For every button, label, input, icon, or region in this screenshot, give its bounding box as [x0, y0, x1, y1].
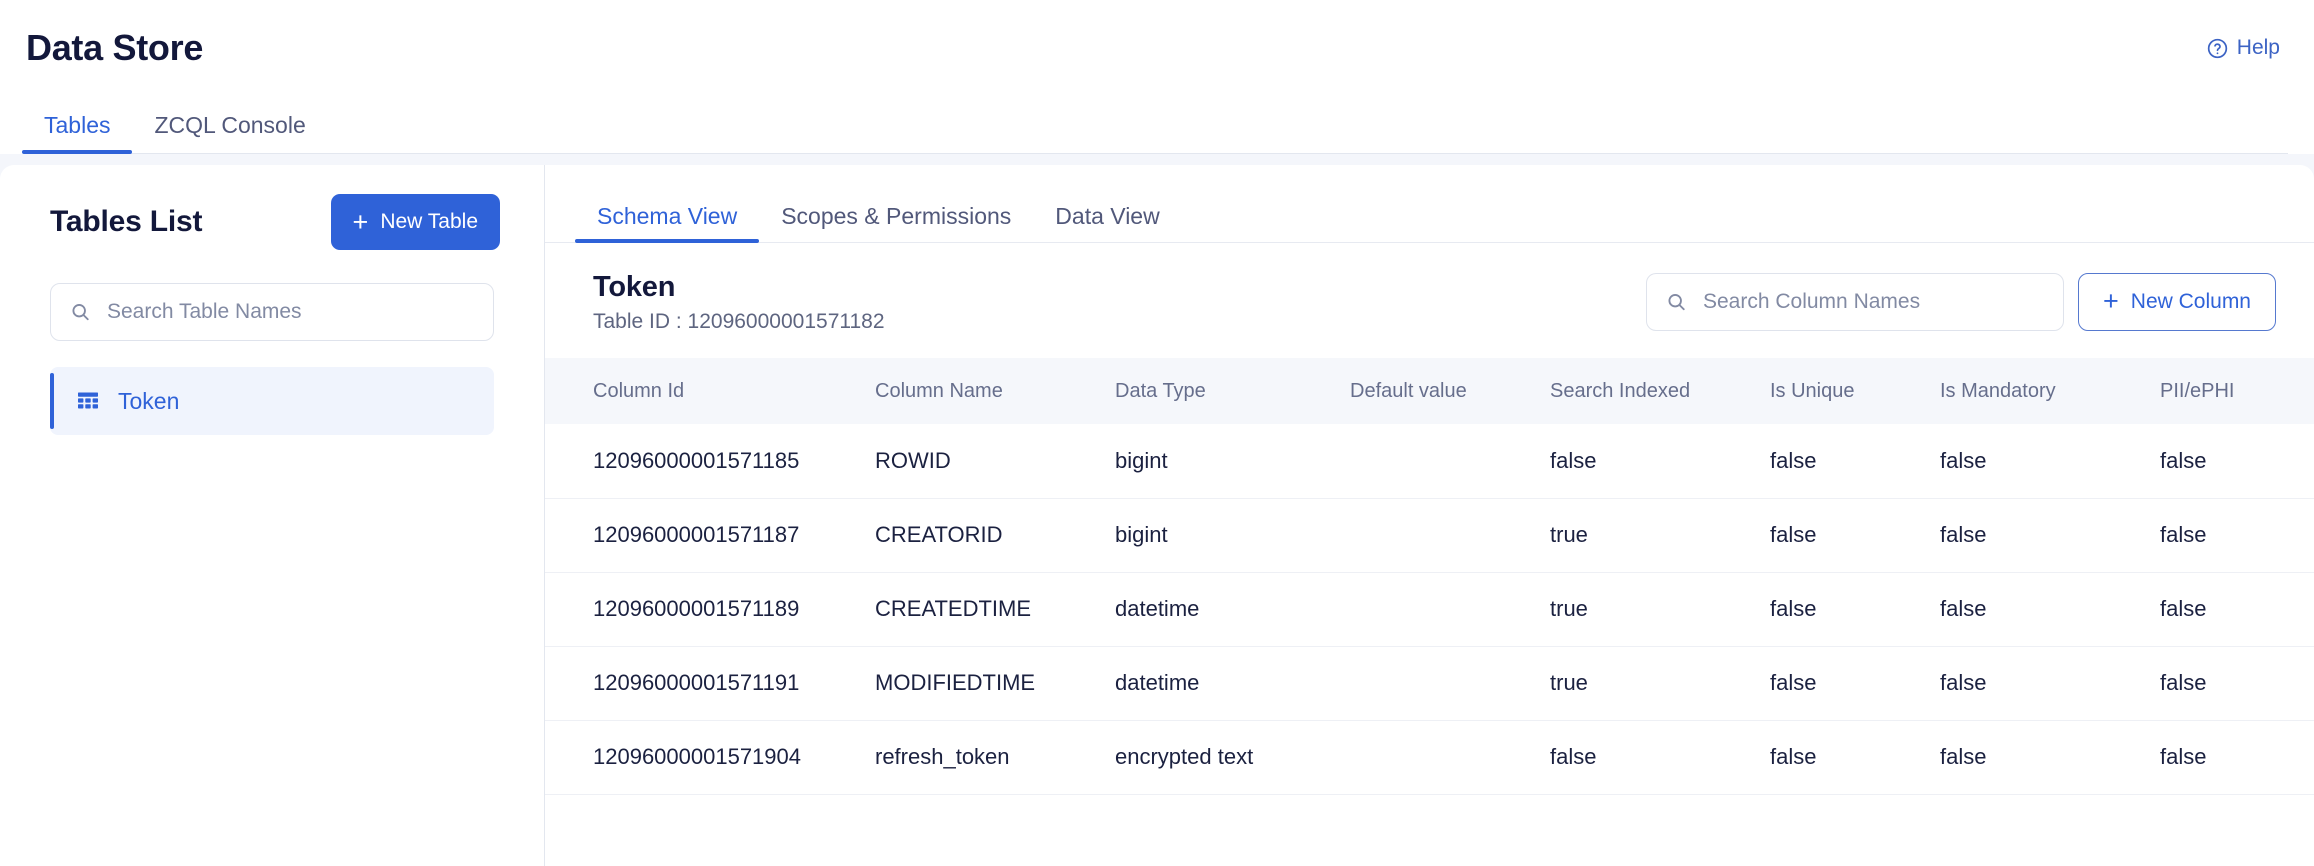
data-store-app: Data Store Help Tables ZCQL Console	[0, 0, 2314, 866]
cell-is-mandatory: false	[1930, 572, 2150, 646]
cell-data-type: bigint	[1105, 424, 1340, 498]
col-header-is-unique[interactable]: Is Unique	[1760, 358, 1930, 424]
new-column-button[interactable]: + New Column	[2078, 273, 2276, 331]
cell-search-indexed: true	[1540, 498, 1760, 572]
cell-is-unique: false	[1760, 646, 1930, 720]
cell-column-name: ROWID	[865, 424, 1105, 498]
cell-pii-ephi: false	[2150, 720, 2314, 794]
main-tabs: Tables ZCQL Console	[26, 90, 2288, 154]
cell-is-unique: false	[1760, 498, 1930, 572]
cell-column-name: refresh_token	[865, 720, 1105, 794]
sidebar-item-token[interactable]: Token	[50, 367, 494, 435]
tab-schema-view[interactable]: Schema View	[575, 205, 759, 242]
cell-search-indexed: true	[1540, 646, 1760, 720]
cell-default-value	[1340, 646, 1540, 720]
schema-table: Column Id Column Name Data Type Default …	[545, 358, 2314, 795]
schema-table-body: 12096000001571185ROWIDbigintfalsefalsefa…	[545, 424, 2314, 794]
content-panel: Tables List + New Table	[0, 165, 2314, 866]
content-tabs: Schema View Scopes & Permissions Data Vi…	[545, 165, 2314, 243]
plus-icon: +	[2103, 288, 2119, 315]
cell-default-value	[1340, 572, 1540, 646]
page-title: Data Store	[26, 30, 203, 66]
content-header: Token Table ID : 12096000001571182	[545, 243, 2314, 358]
cell-data-type: datetime	[1105, 646, 1340, 720]
table-id: Table ID : 12096000001571182	[593, 310, 885, 334]
tab-scopes-permissions[interactable]: Scopes & Permissions	[759, 205, 1033, 242]
new-column-label: New Column	[2131, 290, 2251, 314]
table-row[interactable]: 12096000001571904refresh_tokenencrypted …	[545, 720, 2314, 794]
cell-default-value	[1340, 424, 1540, 498]
cell-data-type: bigint	[1105, 498, 1340, 572]
cell-is-mandatory: false	[1930, 646, 2150, 720]
new-table-button[interactable]: + New Table	[331, 194, 500, 250]
col-header-is-mandatory[interactable]: Is Mandatory	[1930, 358, 2150, 424]
cell-data-type: encrypted text	[1105, 720, 1340, 794]
search-column-input[interactable]	[1646, 273, 2064, 331]
cell-is-mandatory: false	[1930, 498, 2150, 572]
cell-pii-ephi: false	[2150, 424, 2314, 498]
sidebar-item-label: Token	[118, 388, 179, 415]
table-row[interactable]: 12096000001571191MODIFIEDTIMEdatetime tru…	[545, 646, 2314, 720]
cell-column-name: CREATORID	[865, 498, 1105, 572]
table-info: Token Table ID : 12096000001571182	[593, 269, 885, 334]
cell-column-id: 12096000001571189	[545, 572, 865, 646]
sidebar-header: Tables List + New Table	[0, 193, 544, 251]
col-header-data-type[interactable]: Data Type	[1105, 358, 1340, 424]
new-table-label: New Table	[380, 210, 478, 234]
schema-content: Schema View Scopes & Permissions Data Vi…	[545, 165, 2314, 866]
tables-list-title: Tables List	[50, 205, 202, 239]
help-link[interactable]: Help	[2206, 36, 2288, 60]
col-header-column-name[interactable]: Column Name	[865, 358, 1105, 424]
table-name: Token	[593, 269, 885, 305]
tab-zcql-console[interactable]: ZCQL Console	[132, 114, 327, 153]
cell-column-name: MODIFIEDTIME	[865, 646, 1105, 720]
cell-is-unique: false	[1760, 424, 1930, 498]
schema-table-scroll[interactable]: Column Id Column Name Data Type Default …	[545, 358, 2314, 866]
table-search-wrapper	[50, 283, 494, 341]
column-search-wrapper	[1646, 273, 2064, 331]
cell-search-indexed: true	[1540, 572, 1760, 646]
cell-is-unique: false	[1760, 572, 1930, 646]
cell-column-id: 12096000001571191	[545, 646, 865, 720]
col-header-default-value[interactable]: Default value	[1340, 358, 1540, 424]
search-table-input[interactable]	[50, 283, 494, 341]
table-row[interactable]: 12096000001571185ROWIDbigintfalsefalsefa…	[545, 424, 2314, 498]
body-area: Tables List + New Table	[0, 154, 2314, 866]
plus-icon: +	[353, 209, 369, 236]
table-grid-icon	[76, 389, 100, 413]
cell-search-indexed: false	[1540, 424, 1760, 498]
table-row[interactable]: 12096000001571189CREATEDTIMEdatetime true…	[545, 572, 2314, 646]
cell-pii-ephi: false	[2150, 572, 2314, 646]
col-header-pii-ephi[interactable]: PII/ePHI	[2150, 358, 2314, 424]
cell-column-id: 12096000001571187	[545, 498, 865, 572]
table-row[interactable]: 12096000001571187CREATORIDbiginttruefals…	[545, 498, 2314, 572]
col-header-column-id[interactable]: Column Id	[545, 358, 865, 424]
cell-is-mandatory: false	[1930, 720, 2150, 794]
top-header: Data Store Help Tables ZCQL Console	[0, 0, 2314, 154]
cell-is-unique: false	[1760, 720, 1930, 794]
cell-is-mandatory: false	[1930, 424, 2150, 498]
header-actions: + New Column	[1646, 273, 2276, 331]
tables-list: Token	[0, 367, 544, 435]
col-header-search-indexed[interactable]: Search Indexed	[1540, 358, 1760, 424]
tables-sidebar: Tables List + New Table	[0, 165, 545, 866]
cell-data-type: datetime	[1105, 572, 1340, 646]
cell-default-value	[1340, 720, 1540, 794]
schema-table-head: Column Id Column Name Data Type Default …	[545, 358, 2314, 424]
table-header-row: Column Id Column Name Data Type Default …	[545, 358, 2314, 424]
help-label: Help	[2237, 36, 2280, 60]
cell-column-name: CREATEDTIME	[865, 572, 1105, 646]
cell-search-indexed: false	[1540, 720, 1760, 794]
cell-pii-ephi: false	[2150, 498, 2314, 572]
question-circle-icon	[2206, 37, 2229, 60]
cell-column-id: 12096000001571185	[545, 424, 865, 498]
tab-data-view[interactable]: Data View	[1033, 205, 1181, 242]
cell-pii-ephi: false	[2150, 646, 2314, 720]
tab-tables[interactable]: Tables	[22, 114, 132, 153]
cell-default-value	[1340, 498, 1540, 572]
cell-column-id: 12096000001571904	[545, 720, 865, 794]
top-header-row: Data Store Help	[26, 0, 2288, 90]
